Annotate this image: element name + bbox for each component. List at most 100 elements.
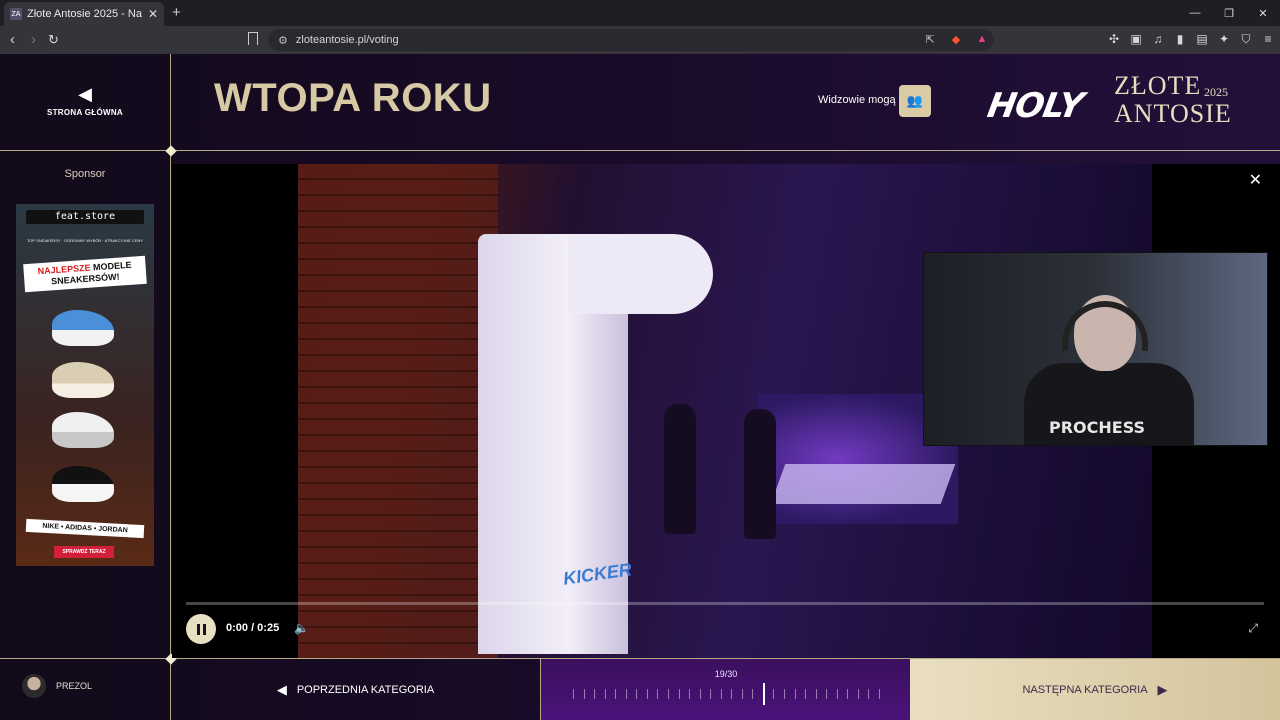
bookmark-icon[interactable]: [248, 32, 258, 45]
category-tick[interactable]: [794, 689, 796, 699]
arrow-right-icon: ▶: [1157, 681, 1168, 697]
screenshot-icon[interactable]: ▣: [1128, 31, 1144, 47]
bat-icon[interactable]: ▲: [974, 31, 990, 47]
url-text: zloteantosie.pl/voting: [295, 34, 399, 46]
category-tick[interactable]: [604, 689, 606, 699]
category-tick[interactable]: [573, 689, 574, 699]
browser-navbar: ‹ › ↻ ⚙ zloteantosie.pl/voting ⇱ ◆ ▲ ✣ ▣…: [0, 26, 1280, 54]
sneaker-image: [52, 310, 114, 346]
logo-year: 2025: [1204, 85, 1228, 99]
video-player[interactable]: KICKER PROCHESS ✕ 0:00 / 0:25 🔈 ⤢: [172, 164, 1280, 658]
streamer-info: PREZOL: [22, 674, 92, 698]
category-tick-current[interactable]: [762, 683, 765, 705]
category-tick[interactable]: [710, 689, 712, 699]
previous-category-button[interactable]: ◀ POPRZEDNIA KATEGORIA: [171, 659, 540, 720]
category-tick[interactable]: [752, 689, 754, 699]
window-controls: — ❐ ✕: [1178, 0, 1280, 26]
home-label: STRONA GŁÓWNA: [46, 108, 124, 117]
leo-icon[interactable]: ✦: [1216, 31, 1232, 47]
category-tick[interactable]: [646, 689, 648, 699]
back-icon[interactable]: ‹: [10, 30, 15, 50]
category-tick[interactable]: [657, 689, 659, 699]
voting-page: ◀ STRONA GŁÓWNA WTOPA ROKU Widzowie mogą…: [0, 54, 1280, 720]
video-progress-bar[interactable]: [186, 602, 1264, 605]
category-tick[interactable]: [625, 689, 627, 699]
favicon-icon: ZA: [10, 8, 22, 20]
category-tick[interactable]: [868, 689, 870, 699]
brave-shield-icon[interactable]: ◆: [948, 31, 964, 47]
close-icon[interactable]: ✕: [1249, 170, 1262, 190]
category-tick[interactable]: [773, 689, 775, 699]
viewers-label: Widzowie mogą: [818, 94, 896, 106]
category-tick[interactable]: [678, 689, 680, 699]
category-tick[interactable]: [836, 689, 838, 699]
streamer-webcam: PROCHESS: [923, 252, 1268, 446]
category-tick[interactable]: [741, 689, 743, 699]
reload-icon[interactable]: ↻: [48, 30, 59, 50]
category-tick[interactable]: [583, 689, 585, 699]
next-category-button[interactable]: NASTĘPNA KATEGORIA ▶: [910, 659, 1280, 720]
wallet-icon[interactable]: ▤: [1194, 31, 1210, 47]
divider-top: [0, 150, 1280, 151]
avatar: [22, 674, 46, 698]
browser-tab[interactable]: ZA Złote Antosie 2025 - Największ ✕: [4, 2, 164, 26]
sidebar-icon[interactable]: ▮: [1172, 31, 1188, 47]
address-actions: ⇱ ◆ ▲: [922, 31, 990, 47]
category-tick[interactable]: [667, 689, 669, 699]
holy-logo: HOLY: [984, 86, 1086, 126]
brick-wall: [298, 164, 498, 658]
viewers-button[interactable]: 👥: [899, 85, 931, 117]
home-link[interactable]: ◀ STRONA GŁÓWNA: [40, 84, 130, 117]
category-tick[interactable]: [720, 689, 722, 699]
streamer-name: PREZOL: [56, 681, 93, 691]
category-tick[interactable]: [879, 689, 880, 699]
site-info-icon[interactable]: ⚙: [278, 34, 288, 47]
category-tick[interactable]: [615, 689, 617, 699]
category-tick[interactable]: [699, 689, 701, 699]
vpn-icon[interactable]: ⛉: [1238, 31, 1254, 47]
music-icon[interactable]: ♫: [1150, 31, 1166, 47]
category-tick[interactable]: [826, 689, 828, 699]
pause-icon: [202, 623, 206, 635]
category-tick[interactable]: [731, 689, 733, 699]
pause-button[interactable]: [186, 614, 216, 644]
shirt-text: PROCHESS: [1049, 418, 1146, 437]
close-window-icon[interactable]: ✕: [1246, 0, 1280, 26]
fullscreen-icon[interactable]: ⤢: [1248, 621, 1258, 636]
browser-tabbar: ZA Złote Antosie 2025 - Największ ✕ + — …: [0, 0, 1280, 26]
restore-icon[interactable]: ❐: [1212, 0, 1246, 26]
extensions-bar: ✣ ▣ ♫ ▮ ▤ ✦ ⛉ ≡: [1106, 31, 1276, 47]
category-tick[interactable]: [594, 689, 596, 699]
menu-icon[interactable]: ≡: [1260, 31, 1276, 47]
sneaker-image: [52, 362, 114, 398]
category-ticks: [573, 683, 880, 705]
sponsor-ad[interactable]: feat.store TOP SNEAKERSY · OGROMNY WYBÓR…: [16, 204, 154, 566]
category-tick[interactable]: [847, 689, 849, 699]
minimize-icon[interactable]: —: [1178, 0, 1212, 26]
logo-zlote: ZŁOTE: [1114, 71, 1202, 100]
share-icon[interactable]: ⇱: [922, 31, 938, 47]
ad-brands: NIKE • ADIDAS • JORDAN: [25, 518, 145, 539]
close-tab-icon[interactable]: ✕: [148, 7, 158, 21]
address-bar[interactable]: ⚙ zloteantosie.pl/voting: [268, 29, 994, 51]
ad-headline: NAJLEPSZE MODELE SNEAKERSÓW!: [23, 255, 147, 293]
forward-icon[interactable]: ›: [31, 30, 36, 50]
category-tick[interactable]: [689, 689, 691, 699]
air-hockey-table: [770, 464, 956, 504]
category-tick[interactable]: [805, 689, 807, 699]
category-title: WTOPA ROKU: [214, 76, 492, 120]
ad-cta-button[interactable]: SPRAWDŹ TERAZ: [54, 546, 114, 558]
volume-icon[interactable]: 🔈: [294, 621, 309, 635]
puzzle-icon[interactable]: ✣: [1106, 31, 1122, 47]
sneaker-image: [52, 466, 114, 502]
category-tick[interactable]: [784, 689, 786, 699]
category-progress: 19/30: [540, 659, 910, 720]
category-tick[interactable]: [815, 689, 817, 699]
logo-antosie: ANTOSIE: [1114, 99, 1232, 128]
new-tab-button[interactable]: +: [172, 4, 181, 21]
arrow-left-icon: ◀: [78, 84, 92, 104]
category-tick[interactable]: [857, 689, 859, 699]
boxing-machine-arm: [568, 234, 713, 314]
ad-tagline: TOP SNEAKERSY · OGROMNY WYBÓR · ATRAKCYJ…: [26, 238, 144, 243]
category-tick[interactable]: [636, 689, 638, 699]
